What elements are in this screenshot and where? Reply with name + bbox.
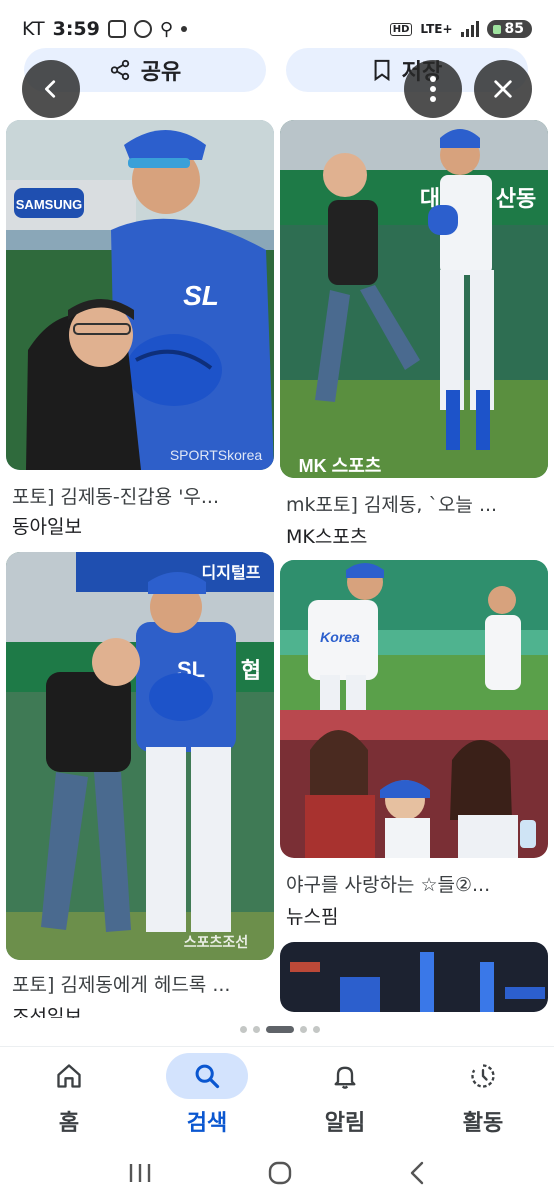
hd-voice-icon: HD (389, 22, 413, 36)
bell-icon (304, 1053, 386, 1099)
home-icon (28, 1053, 110, 1099)
nav-home-label: 홈 (58, 1111, 80, 1136)
system-navigation-bar (0, 1146, 554, 1200)
result-source: 조선일보 (12, 1006, 82, 1018)
nav-notifications[interactable]: 알림 (276, 1053, 414, 1137)
back-button[interactable] (22, 60, 80, 118)
result-source: MK스포츠 (286, 526, 368, 548)
result-title[interactable]: 포토] 김제동에게 헤드록 ... (12, 970, 274, 997)
result-title[interactable]: 포토] 김제동-진갑용 '우... (12, 482, 274, 509)
result-card[interactable]: Korea 야구를 사랑하는 ☆들②... 뉴스핌 (280, 560, 548, 930)
result-title[interactable]: 야구를 사랑하는 ☆들②... (286, 870, 548, 897)
sign-text: 산동 (496, 186, 536, 211)
result-card[interactable]: SAMSUNG SL SPORTSkorea 포토] 김제동-진갑용 '우... (6, 120, 274, 538)
network-type: LTE+ (420, 22, 453, 36)
result-card[interactable]: 디지털프 협 SL 스포츠조선 포토] 김제동에게 헤드록 ... 조선일보 (6, 552, 274, 1018)
carrier-label: KT (22, 18, 45, 40)
result-source: 뉴스핌 (286, 906, 339, 928)
more-vert-icon (430, 76, 436, 102)
watermark: MK 스포츠 (299, 456, 382, 476)
nav-search-label: 검색 (186, 1111, 228, 1136)
result-image[interactable]: 디지털프 협 SL 스포츠조선 (6, 552, 274, 960)
nav-activity[interactable]: 활동 (414, 1053, 552, 1137)
nav-search[interactable]: 검색 (138, 1053, 276, 1137)
watermark: 스포츠조선 (184, 934, 248, 950)
result-image[interactable]: Korea (280, 560, 548, 858)
result-title[interactable]: mk포토] 김제동, `오늘 ... (286, 490, 548, 517)
result-source: 동아일보 (12, 516, 82, 538)
battery-indicator: 85 (486, 20, 532, 38)
chrome-icon (133, 20, 152, 38)
chevron-left-icon (45, 80, 56, 98)
close-button[interactable] (474, 60, 532, 118)
nav-home[interactable]: 홈 (0, 1053, 138, 1137)
image-actions: 공유 저장 (0, 44, 554, 94)
nav-activity-label: 활동 (462, 1111, 504, 1136)
share-label: 공유 (140, 60, 182, 85)
page-indicator (240, 1026, 320, 1033)
share-icon (110, 59, 129, 81)
samsung-sign: SAMSUNG (16, 197, 82, 212)
recent-apps-icon[interactable] (127, 1162, 153, 1184)
more-options-button[interactable] (404, 60, 462, 118)
sign-text: 디지털프 (202, 563, 261, 582)
result-card[interactable]: 대 산동 MK 스포츠 mk포토] 김제동, `오늘 ... MK스포츠 (280, 120, 548, 548)
jersey-text: Korea (320, 629, 360, 645)
result-image[interactable]: SAMSUNG SL SPORTSkorea (6, 120, 274, 470)
signal-icon (460, 21, 479, 37)
screenshot-icon (107, 20, 126, 38)
search-icon (166, 1053, 248, 1099)
clock: 3:59 (52, 18, 100, 40)
jersey-text: SL (183, 280, 219, 311)
home-button-icon[interactable] (267, 1160, 293, 1186)
result-card[interactable] (280, 942, 548, 1012)
bookmark-icon (374, 59, 390, 81)
activity-icon (442, 1053, 524, 1099)
sign-text: 협 (241, 658, 261, 683)
result-image[interactable]: 대 산동 MK 스포츠 (280, 120, 548, 478)
bottom-navigation: 홈 검색 알림 활동 (0, 1046, 554, 1146)
back-nav-icon[interactable] (407, 1160, 427, 1186)
notification-dot-icon (181, 26, 188, 32)
close-icon (494, 80, 512, 98)
watermark: SPORTSkorea (170, 447, 263, 463)
result-image[interactable] (280, 942, 548, 1012)
link-icon: ⚲ (159, 18, 174, 40)
nav-notifications-label: 알림 (324, 1111, 366, 1136)
